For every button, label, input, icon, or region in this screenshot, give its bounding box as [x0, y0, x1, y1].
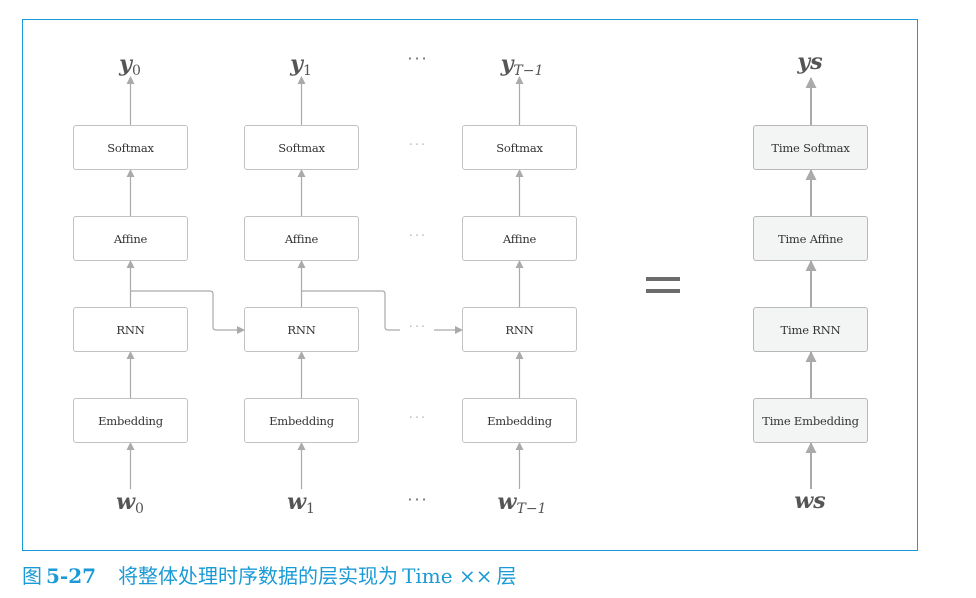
affine-layer-T-1[interactable]: Affine: [462, 216, 577, 261]
time-rnn-layer[interactable]: Time RNN: [753, 307, 868, 352]
time-affine-layer[interactable]: Time Affine: [753, 216, 868, 261]
caption-text-cn: 将整体处理时序数据的层实现为: [118, 564, 399, 588]
input-w1: w1: [287, 489, 315, 517]
caption-text-en: Time ××: [402, 564, 493, 588]
rnn-layer-T-1[interactable]: RNN: [462, 307, 577, 352]
output-ys: ys: [797, 49, 823, 75]
caption-suffix: 层: [496, 564, 517, 588]
softmax-layer-0[interactable]: Softmax: [73, 125, 188, 170]
ellipsis-hidden-state: ···: [408, 320, 428, 335]
embedding-layer-0[interactable]: Embedding: [73, 398, 188, 443]
ellipsis-affine: ···: [408, 229, 428, 244]
caption-prefix: 图: [22, 564, 42, 588]
input-w0: w0: [116, 489, 144, 517]
time-softmax-layer[interactable]: Time Softmax: [753, 125, 868, 170]
input-ws: ws: [794, 488, 826, 514]
output-yT-1: yT−1: [500, 51, 544, 79]
ellipsis-input: ···: [407, 490, 429, 509]
affine-layer-1[interactable]: Affine: [244, 216, 359, 261]
figure-caption: 图 5-27 将整体处理时序数据的层实现为 Time ×× 层: [22, 560, 516, 589]
ellipsis-output: ···: [407, 49, 429, 68]
affine-layer-0[interactable]: Affine: [73, 216, 188, 261]
time-embedding-layer[interactable]: Time Embedding: [753, 398, 868, 443]
output-y0: y0: [119, 51, 141, 79]
rnn-layer-0[interactable]: RNN: [73, 307, 188, 352]
caption-number: 5-27: [46, 564, 97, 588]
softmax-layer-1[interactable]: Softmax: [244, 125, 359, 170]
ellipsis-embedding: ···: [408, 411, 428, 426]
equals-sign: [646, 277, 680, 297]
ellipsis-softmax: ···: [408, 138, 428, 153]
embedding-layer-1[interactable]: Embedding: [244, 398, 359, 443]
embedding-layer-T-1[interactable]: Embedding: [462, 398, 577, 443]
softmax-layer-T-1[interactable]: Softmax: [462, 125, 577, 170]
input-wT-1: wT−1: [497, 489, 547, 517]
rnn-layer-1[interactable]: RNN: [244, 307, 359, 352]
output-y1: y1: [290, 51, 312, 79]
